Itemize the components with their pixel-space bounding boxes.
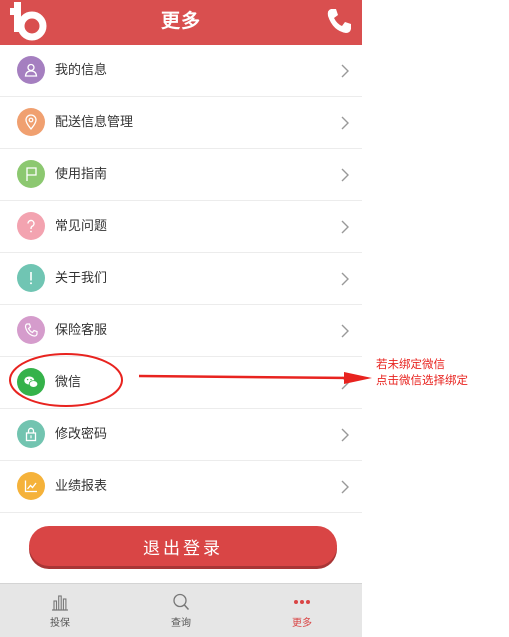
menu-item-performance-report[interactable]: 业绩报表 xyxy=(0,461,362,513)
logout-button[interactable]: 退出登录 xyxy=(29,526,337,566)
chevron-right-icon xyxy=(341,64,349,78)
annotation-circle xyxy=(9,353,123,407)
chevron-right-icon xyxy=(341,324,349,338)
chevron-right-icon xyxy=(341,480,349,494)
menu-item-label: 业绩报表 xyxy=(55,479,108,494)
phone-screen: 更多 我的信息 配送信息管理 使用指南 常见问题 关于我们 保险客服 微信 修改… xyxy=(0,0,362,637)
page-title: 更多 xyxy=(160,10,201,32)
menu-item-about-us[interactable]: 关于我们 xyxy=(0,253,362,305)
annotation-line-2: 点击微信选择绑定 xyxy=(376,373,468,387)
chevron-right-icon xyxy=(341,220,349,234)
menu-item-label: 保险客服 xyxy=(55,323,108,338)
menu-item-label: 配送信息管理 xyxy=(55,115,134,130)
tab-more[interactable]: 更多 xyxy=(242,584,362,637)
bottom-tab-bar: 投保 查询 更多 xyxy=(0,583,362,637)
menu-list: 我的信息 配送信息管理 使用指南 常见问题 关于我们 保险客服 微信 修改密码 … xyxy=(0,45,362,513)
lock-icon xyxy=(17,420,45,448)
menu-item-label: 常见问题 xyxy=(55,219,108,234)
chevron-right-icon xyxy=(341,376,349,390)
chevron-right-icon xyxy=(341,272,349,286)
annotation-line-1: 若未绑定微信 xyxy=(376,357,445,371)
menu-item-delivery-info[interactable]: 配送信息管理 xyxy=(0,97,362,149)
location-pin-icon xyxy=(17,108,45,136)
exclamation-icon xyxy=(17,264,45,292)
phone-icon[interactable] xyxy=(324,6,354,36)
tab-label: 更多 xyxy=(292,618,312,629)
tab-label: 投保 xyxy=(50,618,70,629)
menu-item-faq[interactable]: 常见问题 xyxy=(0,201,362,253)
annotation-text: 若未绑定微信 点击微信选择绑定 xyxy=(376,356,468,388)
chevron-right-icon xyxy=(341,168,349,182)
bar-chart-icon xyxy=(52,595,68,611)
menu-item-label: 使用指南 xyxy=(55,167,108,182)
question-icon xyxy=(17,212,45,240)
tab-query[interactable]: 查询 xyxy=(121,584,241,637)
tab-label: 查询 xyxy=(171,618,191,629)
chevron-right-icon xyxy=(341,116,349,130)
top-header: 更多 xyxy=(0,0,362,45)
flag-icon xyxy=(17,160,45,188)
phone-icon xyxy=(17,316,45,344)
chevron-right-icon xyxy=(341,428,349,442)
menu-item-change-password[interactable]: 修改密码 xyxy=(0,409,362,461)
menu-item-insurance-service[interactable]: 保险客服 xyxy=(0,305,362,357)
menu-item-my-info[interactable]: 我的信息 xyxy=(0,45,362,97)
more-dots-icon xyxy=(294,600,310,604)
menu-item-guide[interactable]: 使用指南 xyxy=(0,149,362,201)
menu-item-label: 关于我们 xyxy=(55,271,108,286)
menu-item-label: 我的信息 xyxy=(55,63,108,78)
tab-insure[interactable]: 投保 xyxy=(0,584,120,637)
menu-item-label: 修改密码 xyxy=(55,427,108,442)
search-icon xyxy=(173,593,190,611)
user-icon xyxy=(17,56,45,84)
chart-icon xyxy=(17,472,45,500)
